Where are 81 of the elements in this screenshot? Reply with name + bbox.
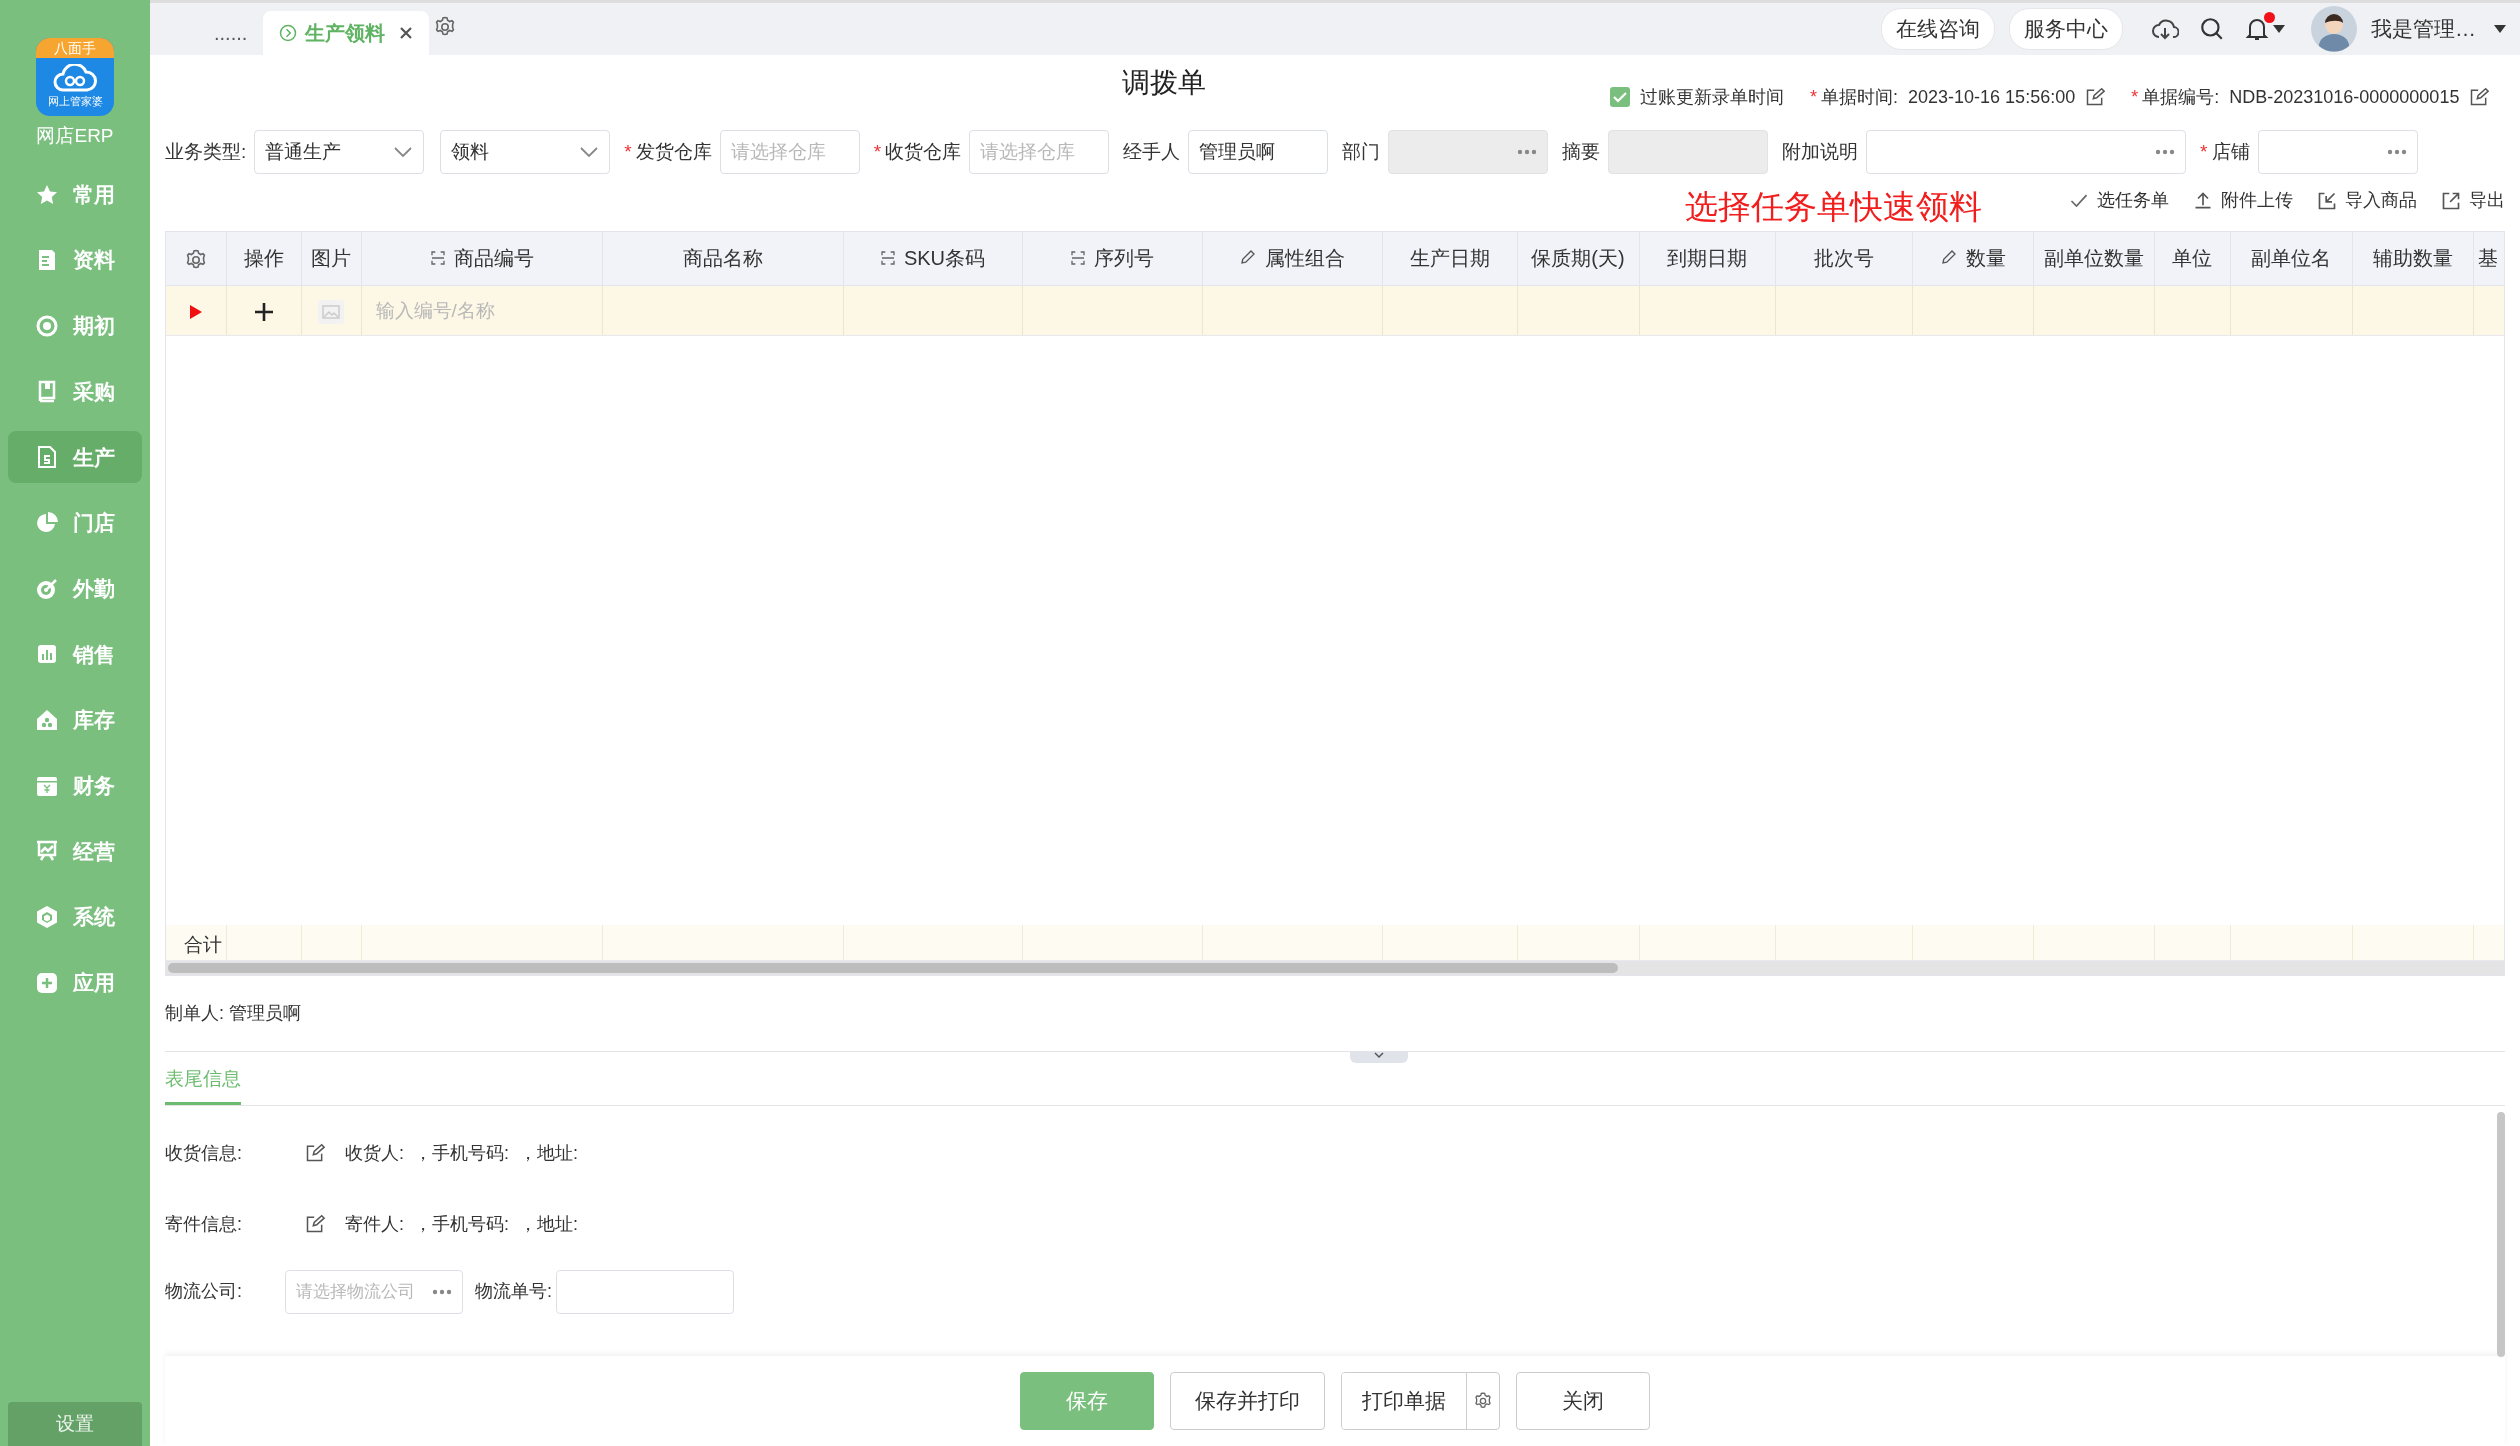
field-label: 店铺: [2211, 140, 2250, 162]
column-header: 生产日期: [1382, 232, 1517, 285]
sidebar-item[interactable]: 门店: [8, 496, 142, 549]
sidebar-item[interactable]: 期初: [8, 299, 142, 352]
column-header: 图片: [301, 232, 361, 285]
column-header: 保质期(天): [1517, 232, 1639, 285]
column-header: 副单位数量: [2033, 232, 2154, 285]
maker-text: 制单人: 管理员啊: [165, 1002, 301, 1025]
sidebar-item[interactable]: 库存: [8, 694, 142, 746]
tab[interactable]: 生产领料: [263, 11, 430, 55]
input-field[interactable]: 请选择仓库: [719, 130, 860, 174]
user-name[interactable]: 我是管理…: [2371, 13, 2476, 45]
header-link[interactable]: 服务中心: [2009, 8, 2123, 50]
required-mark: *: [2131, 86, 2139, 107]
field-label: 寄件信息:: [165, 1212, 243, 1236]
field-label: 附加说明: [1782, 140, 1859, 162]
field-label: 收货信息:: [165, 1141, 243, 1165]
column-header: 商品编号: [361, 232, 602, 285]
column-header: 数量: [1912, 232, 2033, 285]
required-mark: *: [624, 140, 632, 162]
sidebar-item[interactable]: 经营: [8, 825, 142, 878]
field-label: 业务类型:: [165, 140, 247, 162]
tab[interactable]: ......: [198, 11, 264, 55]
column-header: 商品名称: [602, 232, 843, 285]
field-value: NDB-20231016-0000000015: [2229, 85, 2460, 109]
input-field[interactable]: 管理员啊: [1188, 130, 1329, 174]
field-label: 发货仓库: [635, 140, 712, 162]
settings-button[interactable]: 设置: [8, 1402, 142, 1446]
app-name: 网店ERP: [36, 124, 114, 148]
info-text: 寄件人: ，手机号码: ，地址:: [345, 1212, 578, 1236]
toolbar-button[interactable]: 导出: [2441, 187, 2505, 214]
sidebar-item[interactable]: 生产: [8, 431, 142, 484]
column-header: 基: [2473, 232, 2504, 285]
field-label: 单据编号:: [2142, 86, 2220, 107]
toolbar-button[interactable]: 导入商品: [2317, 187, 2417, 214]
tab[interactable]: 表尾信息: [165, 1057, 241, 1105]
select-field[interactable]: 领料: [440, 130, 611, 174]
sidebar-item[interactable]: 财务: [8, 759, 142, 812]
field-label: 收货仓库: [885, 140, 962, 162]
select-field[interactable]: 普通生产: [254, 130, 425, 174]
form-title: 调拨单: [1122, 66, 1206, 100]
info-text: 收货人: ，手机号码: ，地址:: [345, 1141, 578, 1165]
field-value: 2023-10-16 15:56:00: [1908, 85, 2076, 109]
checkbox-label: 过账更新录单时间: [1640, 85, 1784, 109]
total-label: 合计: [184, 933, 222, 955]
required-mark: *: [2200, 140, 2208, 162]
field-label: 摘要: [1562, 140, 1601, 162]
action-button[interactable]: 保存并打印: [1170, 1372, 1325, 1430]
column-header: 序列号: [1022, 232, 1202, 285]
sidebar-item[interactable]: 采购: [8, 365, 142, 418]
column-header: 辅助数量: [2352, 232, 2473, 285]
column-header: 操作: [226, 232, 301, 285]
field-label: 经手人: [1123, 140, 1181, 162]
save-button[interactable]: 保存: [1020, 1372, 1154, 1430]
sidebar-item[interactable]: 资料: [8, 234, 142, 287]
annotation-text: 选择任务单快速领料: [1685, 190, 1982, 223]
field-label: 物流公司:: [165, 1280, 243, 1303]
field-label: 单据时间:: [1821, 86, 1899, 107]
field-label: 部门: [1342, 140, 1381, 162]
column-header: 属性组合: [1202, 232, 1382, 285]
column-header: 批次号: [1775, 232, 1912, 285]
picker-field[interactable]: 请选择物流公司: [285, 1269, 463, 1314]
required-mark: *: [873, 140, 882, 162]
sidebar-item[interactable]: 外勤: [8, 562, 142, 615]
sidebar-item[interactable]: 系统: [8, 891, 142, 944]
column-header: 副单位名: [2230, 232, 2352, 285]
logo-caption: 网上管家婆: [47, 94, 103, 108]
column-header: 到期日期: [1639, 232, 1775, 285]
toolbar-button[interactable]: 附件上传: [2193, 187, 2293, 214]
logo-badge: 八面手: [36, 38, 114, 58]
sidebar-item[interactable]: 常用: [8, 168, 142, 221]
input-field[interactable]: 请选择仓库: [969, 130, 1110, 174]
sidebar-item[interactable]: 应用: [8, 956, 142, 1009]
header-link[interactable]: 在线咨询: [1881, 8, 1995, 50]
field-label: 物流单号:: [475, 1280, 552, 1303]
required-mark: *: [1810, 86, 1817, 107]
toolbar-button[interactable]: 选任务单: [2069, 187, 2169, 214]
column-header: SKU条码: [843, 232, 1022, 285]
sidebar-item[interactable]: 销售: [8, 628, 142, 681]
action-button[interactable]: 关闭: [1516, 1372, 1650, 1430]
column-header: 单位: [2154, 232, 2230, 285]
